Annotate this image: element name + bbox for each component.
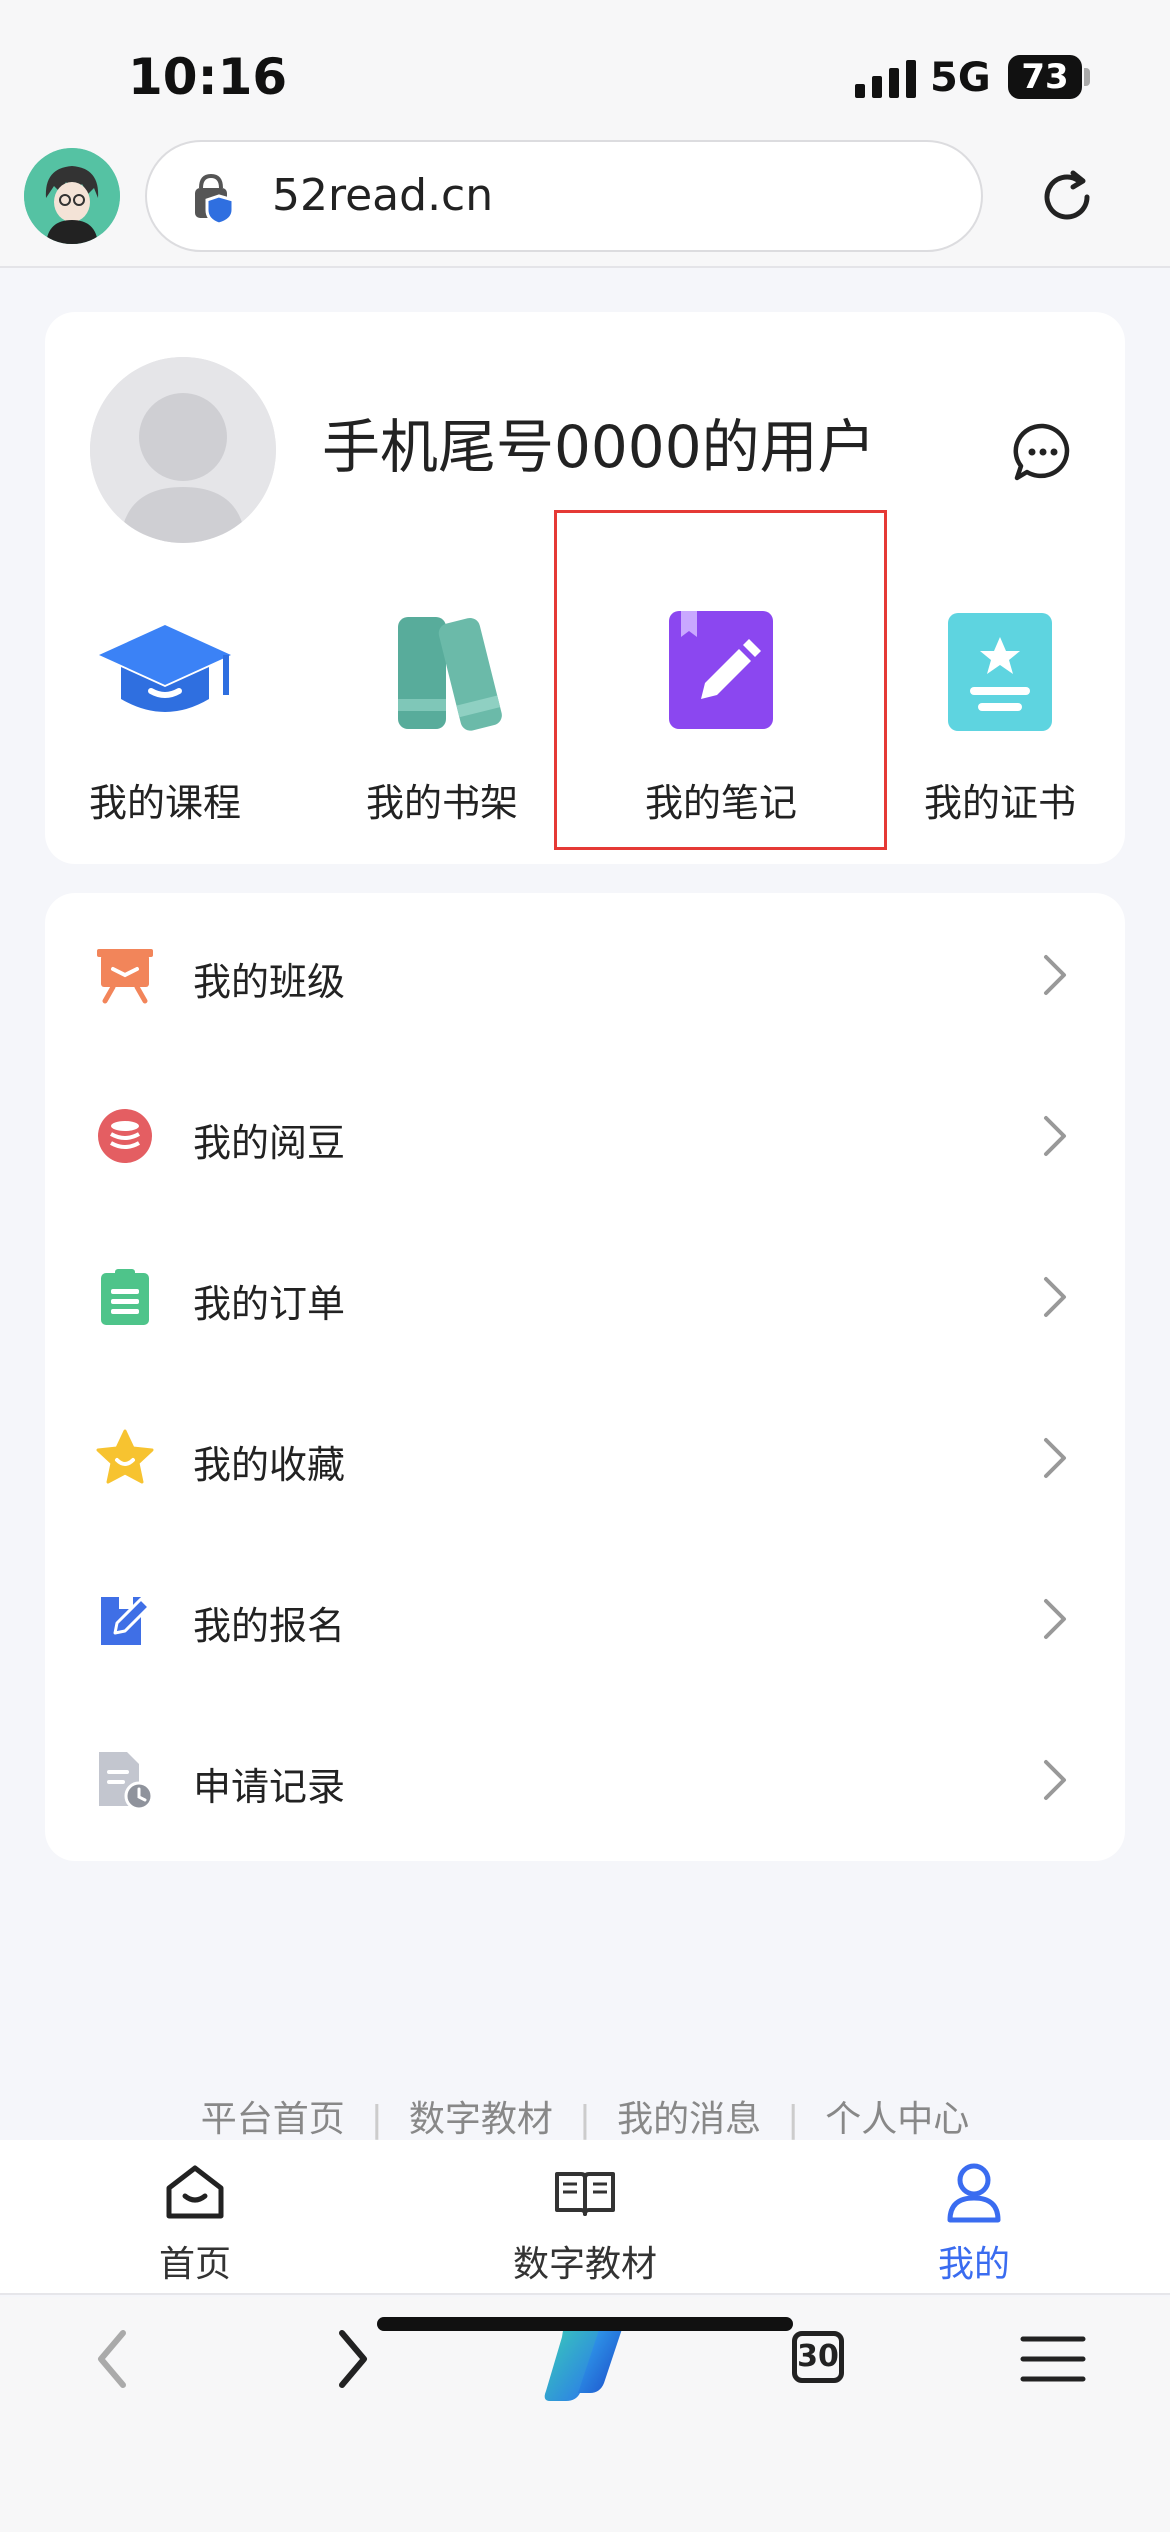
default-user-icon — [90, 357, 276, 543]
profile-card: 手机尾号0000的用户 我的课程 我的书架 我的笔记 我的证书 — [45, 312, 1125, 864]
selection-highlight-box — [554, 510, 887, 850]
battery-tip — [1084, 68, 1090, 86]
forward-icon[interactable] — [310, 2319, 390, 2399]
menu-item-label: 我的收藏 — [193, 1443, 346, 1487]
app-tab-bar: 首页 数字教材 我的 — [0, 2140, 1170, 2295]
menu-item-label: 我的班级 — [193, 960, 346, 1004]
class-board-icon — [97, 949, 153, 1004]
signal-icon — [855, 60, 916, 98]
browser-profile-avatar[interactable] — [24, 148, 120, 244]
footer-links: 平台首页 | 数字教材 | 我的消息 | 个人中心 — [0, 2090, 1170, 2140]
tab-label: 数字教材 — [512, 2244, 657, 2285]
menu-item-label: 我的阅豆 — [193, 1121, 346, 1165]
status-bar: 10:16 5G 73 — [0, 0, 1170, 135]
chevron-right-icon — [1044, 1438, 1066, 1478]
user-icon — [947, 2163, 1001, 2223]
site-security-icon — [195, 174, 235, 224]
menu-icon[interactable] — [1013, 2319, 1093, 2399]
footer-link-textbooks[interactable]: 数字教材 — [383, 2090, 579, 2142]
chevron-right-icon — [1044, 955, 1066, 995]
order-clipboard-icon — [101, 1269, 149, 1325]
quick-action-certificates[interactable]: 我的证书 — [880, 587, 1120, 842]
quick-action-label: 我的证书 — [923, 781, 1076, 825]
message-icon[interactable] — [1013, 422, 1073, 482]
url-text: 52read.cn — [272, 170, 494, 221]
menu-item-favorites[interactable]: 我的收藏 — [45, 1376, 1125, 1537]
battery-level: 73 — [1021, 57, 1069, 97]
certificate-icon — [948, 613, 1052, 731]
back-icon[interactable] — [75, 2319, 155, 2399]
chevron-right-icon — [1044, 1116, 1066, 1156]
avatar-illustration-icon — [24, 148, 120, 244]
chevron-right-icon — [1044, 1277, 1066, 1317]
home-icon — [166, 2165, 224, 2219]
application-record-icon — [99, 1752, 154, 1810]
menu-item-beans[interactable]: 我的阅豆 — [45, 1054, 1125, 1215]
quick-action-label: 我的课程 — [88, 781, 241, 825]
chevron-right-icon — [1044, 1599, 1066, 1639]
menu-item-signup[interactable]: 我的报名 — [45, 1537, 1125, 1698]
quick-action-label: 我的书架 — [365, 781, 518, 825]
tab-home[interactable]: 首页 — [45, 2140, 345, 2295]
url-field[interactable]: 52read.cn — [145, 140, 983, 252]
divider: | — [370, 2099, 383, 2140]
reload-icon[interactable] — [1035, 165, 1099, 229]
quick-action-courses[interactable]: 我的课程 — [45, 587, 285, 842]
browser-toolbar: 30 — [0, 2297, 1170, 2532]
menu-item-label: 我的报名 — [193, 1604, 346, 1648]
home-indicator — [377, 2317, 793, 2331]
open-book-icon — [555, 2172, 615, 2216]
books-icon — [398, 617, 502, 731]
menu-list: 我的班级 我的阅豆 我的订单 我的收藏 我的报名 申请记录 — [45, 893, 1125, 1861]
network-label: 5G — [930, 55, 991, 101]
footer-link-profile[interactable]: 个人中心 — [799, 2090, 995, 2142]
signup-edit-icon — [101, 1597, 151, 1645]
star-icon — [96, 1429, 154, 1484]
tab-textbooks[interactable]: 数字教材 — [435, 2140, 735, 2295]
divider: | — [578, 2099, 592, 2140]
profile-avatar[interactable] — [90, 357, 276, 543]
footer-link-messages[interactable]: 我的消息 — [591, 2090, 787, 2142]
footer-link-home[interactable]: 平台首页 — [175, 2090, 371, 2142]
coins-icon — [98, 1109, 152, 1163]
menu-item-orders[interactable]: 我的订单 — [45, 1215, 1125, 1376]
menu-item-label: 申请记录 — [193, 1765, 346, 1809]
quick-action-bookshelf[interactable]: 我的书架 — [322, 587, 562, 842]
menu-item-class[interactable]: 我的班级 — [45, 893, 1125, 1054]
tab-count: 30 — [792, 2331, 844, 2383]
divider: | — [787, 2099, 800, 2140]
menu-item-applications[interactable]: 申请记录 — [45, 1698, 1125, 1859]
menu-item-label: 我的订单 — [193, 1282, 346, 1326]
tab-label: 首页 — [158, 2244, 231, 2285]
tab-mine[interactable]: 我的 — [824, 2140, 1124, 2295]
status-time: 10:16 — [128, 48, 288, 106]
graduation-cap-icon — [99, 625, 231, 712]
tab-label: 我的 — [937, 2244, 1010, 2285]
battery-icon: 73 — [1008, 55, 1082, 99]
username: 手机尾号0000的用户 — [322, 413, 876, 481]
chevron-right-icon — [1044, 1760, 1066, 1800]
browser-url-bar: 52read.cn — [0, 135, 1170, 268]
tabs-switcher-button[interactable]: 30 — [778, 2319, 858, 2399]
